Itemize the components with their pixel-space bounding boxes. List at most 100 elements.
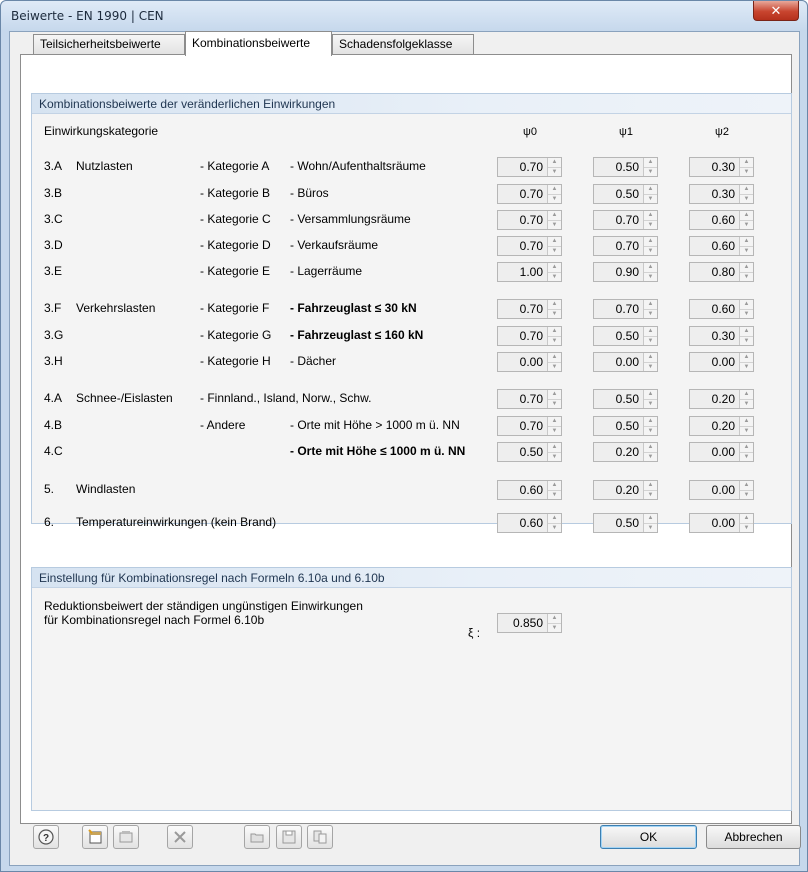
spinner-arrows[interactable]: ▲ ▼ bbox=[643, 443, 657, 461]
spinner-arrows[interactable]: ▲ ▼ bbox=[643, 158, 657, 176]
tab-teilsicherheitsbeiwerte[interactable]: Teilsicherheitsbeiwerte bbox=[33, 34, 185, 55]
cancel-button[interactable]: Abbrechen bbox=[706, 825, 801, 849]
psi1-input[interactable]: 0.70 ▲ ▼ bbox=[593, 236, 658, 256]
spinner-arrows[interactable]: ▲ ▼ bbox=[739, 353, 753, 371]
delete-button[interactable] bbox=[167, 825, 193, 849]
psi0-input[interactable]: 0.70 ▲ ▼ bbox=[497, 236, 562, 256]
row-description: - Büros bbox=[290, 186, 329, 200]
psi1-input[interactable]: 0.50 ▲ ▼ bbox=[593, 326, 658, 346]
spinner-arrows[interactable]: ▲ ▼ bbox=[547, 481, 561, 499]
spinner-arrows[interactable]: ▲ ▼ bbox=[739, 237, 753, 255]
psi1-input[interactable]: 0.50 ▲ ▼ bbox=[593, 513, 658, 533]
spinner-arrows[interactable]: ▲ ▼ bbox=[547, 211, 561, 229]
spinner-arrows[interactable]: ▲ ▼ bbox=[739, 390, 753, 408]
new-button[interactable] bbox=[82, 825, 108, 849]
spinner-arrows[interactable]: ▲ ▼ bbox=[643, 237, 657, 255]
psi0-input[interactable]: 0.50 ▲ ▼ bbox=[497, 442, 562, 462]
psi1-input[interactable]: 0.50 ▲ ▼ bbox=[593, 416, 658, 436]
psi2-input[interactable]: 0.20 ▲ ▼ bbox=[689, 416, 754, 436]
psi1-input[interactable]: 0.00 ▲ ▼ bbox=[593, 352, 658, 372]
spinner-arrows[interactable]: ▲ ▼ bbox=[643, 481, 657, 499]
spinner-arrows[interactable]: ▲ ▼ bbox=[643, 327, 657, 345]
edit-button[interactable] bbox=[113, 825, 139, 849]
psi1-input[interactable]: 0.50 ▲ ▼ bbox=[593, 389, 658, 409]
spinner-arrows[interactable]: ▲ ▼ bbox=[739, 481, 753, 499]
psi0-input[interactable]: 0.70 ▲ ▼ bbox=[497, 326, 562, 346]
psi0-input[interactable]: 0.70 ▲ ▼ bbox=[497, 389, 562, 409]
psi1-input[interactable]: 0.20 ▲ ▼ bbox=[593, 480, 658, 500]
psi2-input[interactable]: 0.30 ▲ ▼ bbox=[689, 157, 754, 177]
psi1-input[interactable]: 0.70 ▲ ▼ bbox=[593, 210, 658, 230]
psi1-input[interactable]: 0.20 ▲ ▼ bbox=[593, 442, 658, 462]
open-button[interactable] bbox=[244, 825, 270, 849]
close-button[interactable]: ✕ bbox=[753, 1, 799, 21]
psi2-input[interactable]: 0.30 ▲ ▼ bbox=[689, 326, 754, 346]
spinner-arrows[interactable]: ▲ ▼ bbox=[547, 300, 561, 318]
spinner-arrows[interactable]: ▲ ▼ bbox=[739, 263, 753, 281]
spinner-arrows[interactable]: ▲ ▼ bbox=[643, 353, 657, 371]
spinner-arrows[interactable]: ▲ ▼ bbox=[643, 185, 657, 203]
psi2-input[interactable]: 0.00 ▲ ▼ bbox=[689, 352, 754, 372]
edit-icon bbox=[119, 831, 133, 843]
row-code: 3.C bbox=[44, 212, 63, 226]
psi0-input[interactable]: 0.70 ▲ ▼ bbox=[497, 184, 562, 204]
save-icon bbox=[282, 830, 296, 844]
psi1-input[interactable]: 0.90 ▲ ▼ bbox=[593, 262, 658, 282]
spinner-arrows[interactable]: ▲ ▼ bbox=[739, 514, 753, 532]
psi2-input[interactable]: 0.20 ▲ ▼ bbox=[689, 389, 754, 409]
spinner-arrows[interactable]: ▲ ▼ bbox=[739, 417, 753, 435]
spinner-arrows[interactable]: ▲ ▼ bbox=[739, 443, 753, 461]
psi0-input[interactable]: 0.70 ▲ ▼ bbox=[497, 416, 562, 436]
spinner-arrows[interactable]: ▲ ▼ bbox=[643, 390, 657, 408]
spinner-arrows[interactable]: ▲ ▼ bbox=[643, 514, 657, 532]
psi2-input[interactable]: 0.60 ▲ ▼ bbox=[689, 210, 754, 230]
psi2-input[interactable]: 0.00 ▲ ▼ bbox=[689, 480, 754, 500]
spinner-arrows[interactable]: ▲ ▼ bbox=[739, 185, 753, 203]
psi1-input[interactable]: 0.70 ▲ ▼ bbox=[593, 299, 658, 319]
psi1-input[interactable]: 0.50 ▲ ▼ bbox=[593, 184, 658, 204]
spinner-arrows[interactable]: ▲ ▼ bbox=[547, 263, 561, 281]
import-button[interactable] bbox=[307, 825, 333, 849]
spinner-arrows[interactable]: ▲ ▼ bbox=[643, 417, 657, 435]
tab-kombinationsbeiwerte[interactable]: Kombinationsbeiwerte bbox=[185, 31, 332, 56]
save-button[interactable] bbox=[276, 825, 302, 849]
psi2-input[interactable]: 0.30 ▲ ▼ bbox=[689, 184, 754, 204]
psi0-input[interactable]: 0.70 ▲ ▼ bbox=[497, 210, 562, 230]
psi0-input[interactable]: 0.60 ▲ ▼ bbox=[497, 513, 562, 533]
spinner-arrows[interactable]: ▲ ▼ bbox=[643, 300, 657, 318]
psi0-input[interactable]: 0.70 ▲ ▼ bbox=[497, 299, 562, 319]
spinner-arrows[interactable]: ▲ ▼ bbox=[739, 327, 753, 345]
psi2-input[interactable]: 0.00 ▲ ▼ bbox=[689, 442, 754, 462]
spinner-arrows[interactable]: ▲ ▼ bbox=[547, 390, 561, 408]
spinner-arrows[interactable]: ▲ ▼ bbox=[547, 327, 561, 345]
spinner-arrows[interactable]: ▲ ▼ bbox=[547, 353, 561, 371]
xi-input[interactable]: 0.850 ▲ ▼ bbox=[497, 613, 562, 633]
new-file-icon bbox=[88, 829, 102, 844]
spinner-arrows[interactable]: ▲ ▼ bbox=[643, 263, 657, 281]
row-category: - Finnland., Island, Norw., Schw. bbox=[200, 391, 372, 405]
spinner-arrows[interactable]: ▲ ▼ bbox=[547, 514, 561, 532]
row-description: - Lagerräume bbox=[290, 264, 363, 278]
psi0-input[interactable]: 0.70 ▲ ▼ bbox=[497, 157, 562, 177]
spinner-arrows[interactable]: ▲ ▼ bbox=[547, 417, 561, 435]
spinner-arrows[interactable]: ▲ ▼ bbox=[739, 211, 753, 229]
spinner-arrows[interactable]: ▲ ▼ bbox=[739, 158, 753, 176]
spinner-arrows[interactable]: ▲ ▼ bbox=[643, 211, 657, 229]
spinner-arrows[interactable]: ▲ ▼ bbox=[547, 237, 561, 255]
spinner-arrows[interactable]: ▲ ▼ bbox=[739, 300, 753, 318]
psi2-input[interactable]: 0.00 ▲ ▼ bbox=[689, 513, 754, 533]
spinner-arrows[interactable]: ▲ ▼ bbox=[547, 185, 561, 203]
psi2-input[interactable]: 0.60 ▲ ▼ bbox=[689, 236, 754, 256]
psi2-input[interactable]: 0.80 ▲ ▼ bbox=[689, 262, 754, 282]
ok-button[interactable]: OK bbox=[600, 825, 697, 849]
psi1-input[interactable]: 0.50 ▲ ▼ bbox=[593, 157, 658, 177]
psi0-input[interactable]: 0.60 ▲ ▼ bbox=[497, 480, 562, 500]
spinner-arrows[interactable]: ▲ ▼ bbox=[547, 158, 561, 176]
tab-schadensfolgeklasse[interactable]: Schadensfolgeklasse bbox=[332, 34, 474, 55]
spinner-arrows[interactable]: ▲ ▼ bbox=[547, 443, 561, 461]
psi0-input[interactable]: 1.00 ▲ ▼ bbox=[497, 262, 562, 282]
spinner-arrows[interactable]: ▲ ▼ bbox=[547, 614, 561, 632]
psi2-input[interactable]: 0.60 ▲ ▼ bbox=[689, 299, 754, 319]
psi0-input[interactable]: 0.00 ▲ ▼ bbox=[497, 352, 562, 372]
help-button[interactable]: ? bbox=[33, 825, 59, 849]
